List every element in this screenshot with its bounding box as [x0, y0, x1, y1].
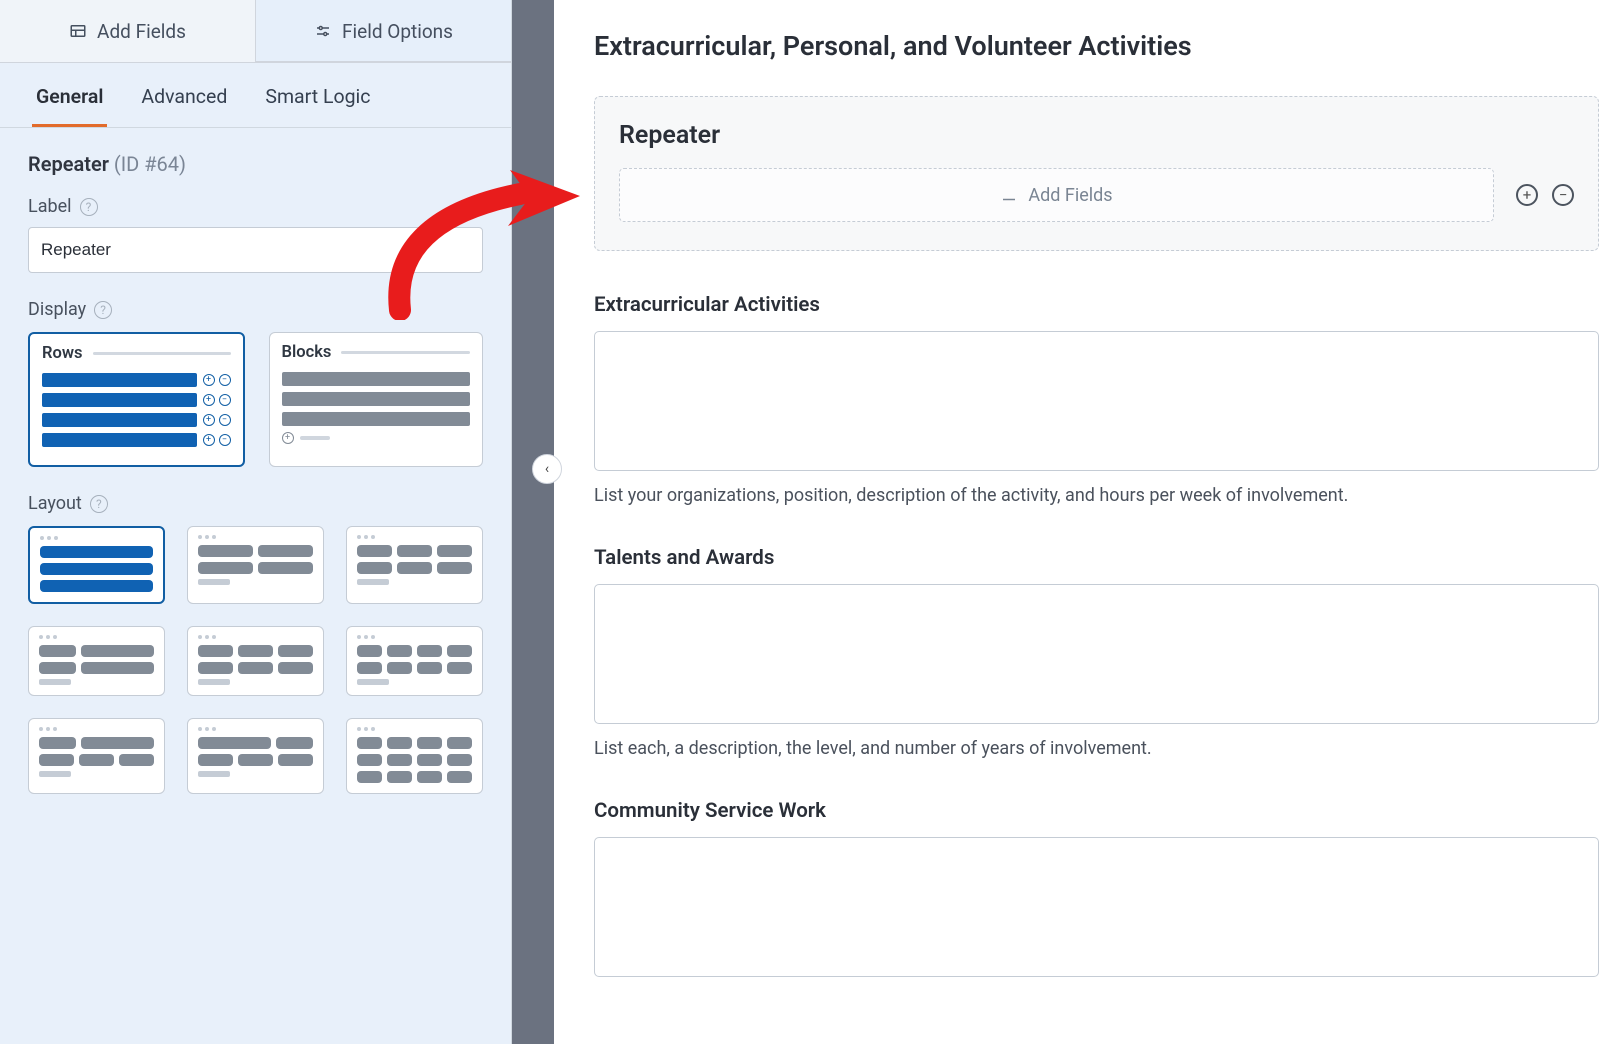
- add-fields-icon: [69, 22, 87, 40]
- layout-option-6[interactable]: [346, 626, 483, 696]
- help-icon[interactable]: ?: [94, 301, 112, 319]
- field-label: Talents and Awards: [594, 546, 1599, 570]
- layout-option-5[interactable]: [187, 626, 324, 696]
- layout-option-9[interactable]: [346, 718, 483, 794]
- field-header: Repeater (ID #64): [28, 152, 483, 176]
- tab-field-options[interactable]: Field Options: [256, 0, 511, 62]
- field-header-id: (ID #64): [114, 152, 186, 176]
- add-fields-dropzone[interactable]: Add Fields: [619, 168, 1494, 222]
- field-description: List each, a description, the level, and…: [594, 738, 1599, 759]
- layout-label: Layout ?: [28, 493, 483, 514]
- field-label: Extracurricular Activities: [594, 293, 1599, 317]
- layout-option-8[interactable]: [187, 718, 324, 794]
- layout-option-3[interactable]: [346, 526, 483, 604]
- label-input[interactable]: [28, 227, 483, 273]
- textarea-input[interactable]: [594, 837, 1599, 977]
- textarea-input[interactable]: [594, 584, 1599, 724]
- download-icon: [1000, 186, 1018, 204]
- field-label: Community Service Work: [594, 799, 1599, 823]
- subtab-smart-logic[interactable]: Smart Logic: [261, 85, 374, 127]
- tab-field-options-label: Field Options: [342, 20, 453, 43]
- display-option-blocks[interactable]: Blocks +: [269, 332, 484, 467]
- field-community-service[interactable]: Community Service Work: [594, 799, 1599, 981]
- field-talents[interactable]: Talents and Awards List each, a descript…: [594, 546, 1599, 759]
- subtab-general[interactable]: General: [32, 85, 107, 127]
- panel-divider[interactable]: ‹: [512, 0, 554, 1044]
- tab-add-fields[interactable]: Add Fields: [0, 0, 256, 62]
- layout-option-2[interactable]: [187, 526, 324, 604]
- collapse-button[interactable]: ‹: [532, 454, 562, 484]
- help-icon[interactable]: ?: [80, 198, 98, 216]
- remove-row-button[interactable]: −: [1552, 184, 1574, 206]
- sliders-icon: [314, 22, 332, 40]
- field-header-name: Repeater: [28, 152, 109, 176]
- field-description: List your organizations, position, descr…: [594, 485, 1599, 506]
- subtab-advanced[interactable]: Advanced: [137, 85, 231, 127]
- tab-add-fields-label: Add Fields: [97, 20, 186, 43]
- page-title: Extracurricular, Personal, and Volunteer…: [594, 30, 1600, 62]
- textarea-input[interactable]: [594, 331, 1599, 471]
- layout-option-4[interactable]: [28, 626, 165, 696]
- layout-option-7[interactable]: [28, 718, 165, 794]
- display-label: Display ?: [28, 299, 483, 320]
- repeater-title: Repeater: [619, 121, 1574, 150]
- display-option-rows[interactable]: Rows +− +− +− +−: [28, 332, 245, 467]
- help-icon[interactable]: ?: [90, 495, 108, 513]
- repeater-field[interactable]: Repeater Add Fields + −: [594, 96, 1599, 251]
- field-extracurricular[interactable]: Extracurricular Activities List your org…: [594, 293, 1599, 506]
- label-label: Label ?: [28, 196, 483, 217]
- layout-option-1[interactable]: [28, 526, 165, 604]
- add-row-button[interactable]: +: [1516, 184, 1538, 206]
